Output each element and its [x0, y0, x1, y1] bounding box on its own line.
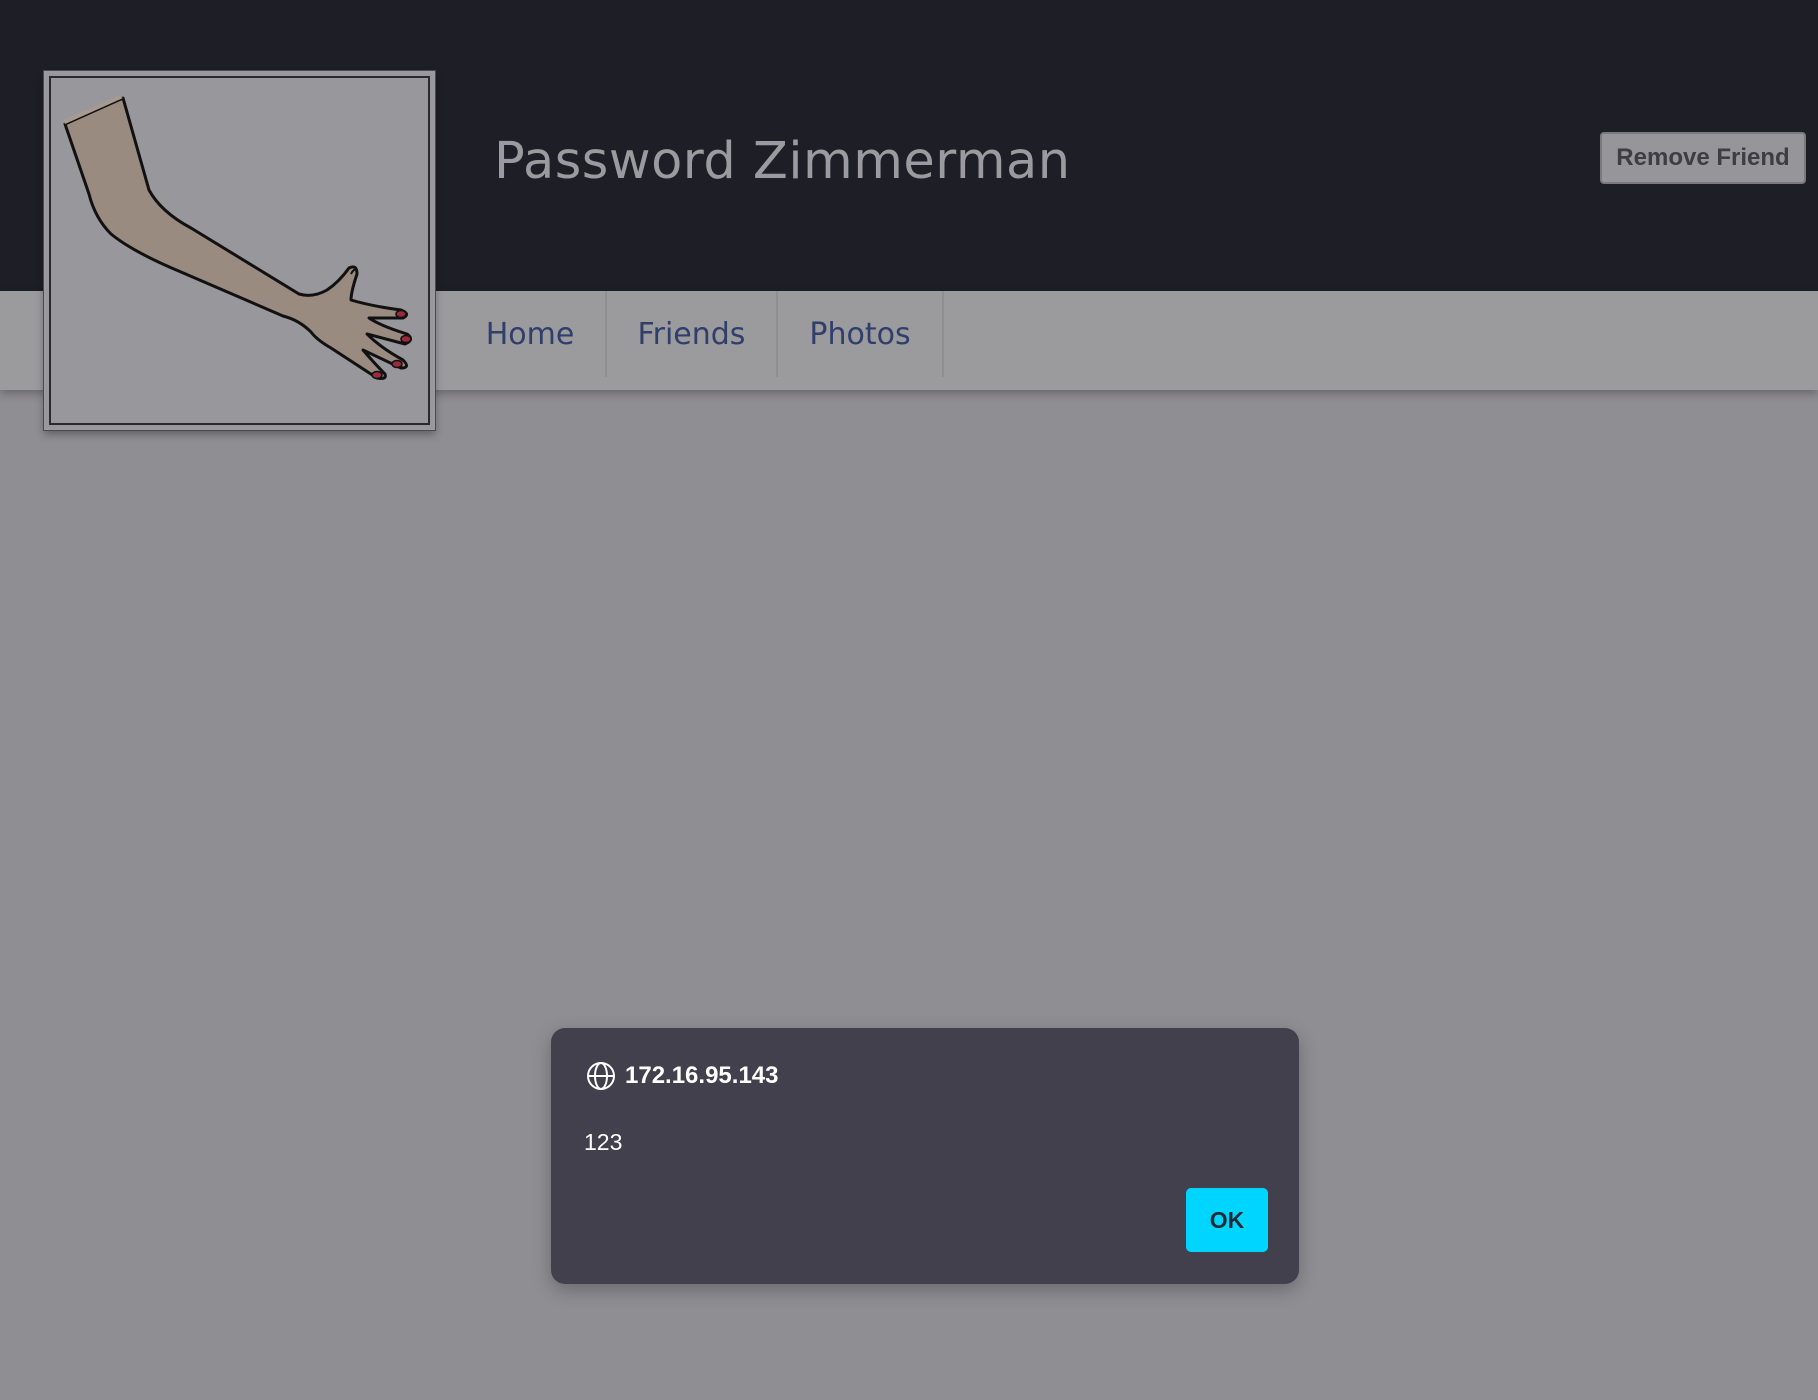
globe-icon [587, 1062, 615, 1090]
arm-hand-drawing-icon [63, 96, 412, 380]
dialog-title: 172.16.95.143 [625, 1062, 779, 1089]
tab-photos[interactable]: Photos [778, 291, 944, 377]
tab-friends[interactable]: Friends [607, 291, 778, 377]
dialog-header: 172.16.95.143 [585, 1060, 778, 1092]
avatar[interactable] [44, 71, 435, 430]
dialog-message: 123 [584, 1129, 623, 1155]
tab-home[interactable]: Home [455, 291, 607, 377]
page: Password Zimmerman Remove Friend Home Fr… [0, 0, 1818, 1400]
profile-name: Password Zimmerman [494, 132, 1071, 191]
remove-friend-button[interactable]: Remove Friend [1600, 132, 1806, 184]
alert-dialog: 172.16.95.143 123 OK [551, 1028, 1299, 1284]
ok-button[interactable]: OK [1186, 1188, 1268, 1252]
nav-tabs: Home Friends Photos [455, 291, 944, 390]
avatar-image [49, 76, 430, 425]
